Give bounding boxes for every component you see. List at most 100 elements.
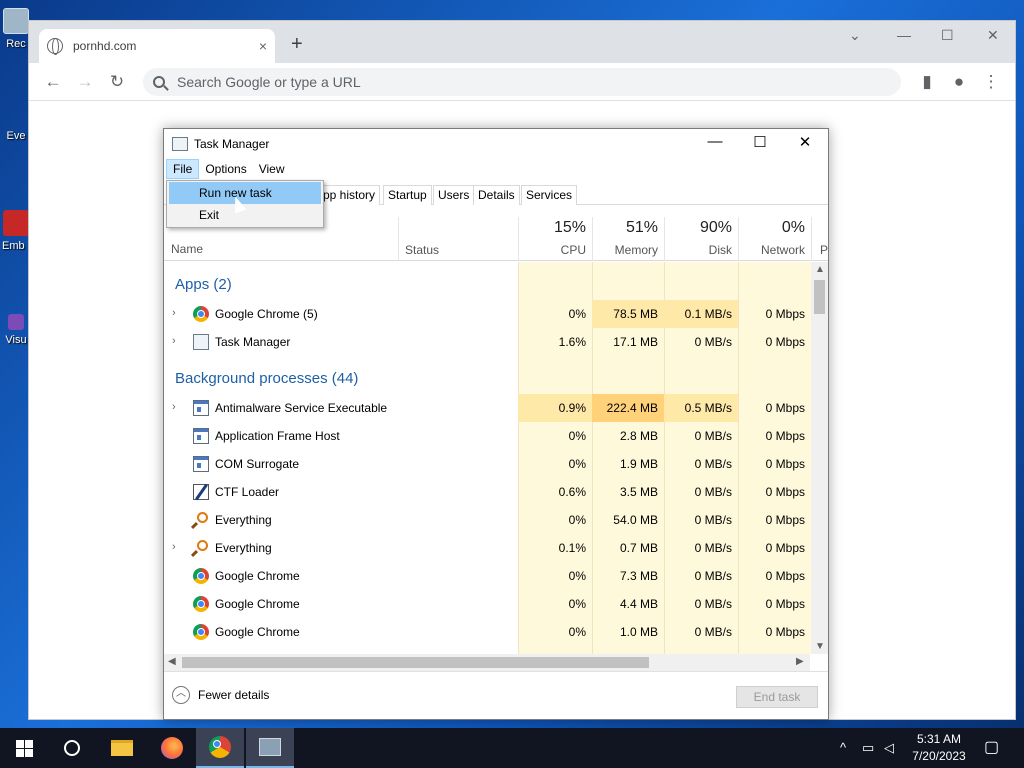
tab-services[interactable]: Services: [521, 185, 578, 205]
firefox-icon: [161, 737, 183, 759]
table-row[interactable]: › Antimalware Service Executable 0.9% 222.4…: [164, 394, 810, 422]
end-task-button[interactable]: End task: [736, 686, 818, 708]
cell-cpu: 0%: [568, 625, 586, 639]
cell-network: 0 Mbps: [765, 485, 805, 499]
table-row[interactable]: COM Surrogate 0% 1.9 MB 0 MB/s 0 Mbps: [164, 450, 810, 478]
table-row[interactable]: › Task Manager 1.6% 17.1 MB 0 MB/s 0 Mbps: [164, 328, 810, 356]
back-icon[interactable]: ←: [37, 72, 69, 92]
cell-cpu: 0%: [568, 429, 586, 443]
header-cpu[interactable]: 15% CPU: [518, 217, 592, 261]
task-manager-taskbar-button[interactable]: [246, 728, 294, 768]
file-menu-dropdown: Run new task Exit: [166, 180, 324, 228]
side-panel-icon[interactable]: ▮: [911, 72, 943, 92]
chevron-right-icon[interactable]: ›: [172, 335, 176, 347]
windows-icon: [15, 739, 33, 757]
header-memory[interactable]: 51% Memory: [592, 217, 664, 261]
table-row[interactable]: CTF Loader 0.6% 3.5 MB 0 MB/s 0 Mbps: [164, 478, 810, 506]
notifications-icon[interactable]: ▢: [984, 737, 999, 757]
new-tab-button[interactable]: +: [291, 33, 303, 56]
tab-search-icon[interactable]: ⌄: [849, 27, 861, 44]
maximize-icon[interactable]: ☐: [941, 27, 954, 44]
tab-app-history[interactable]: pp history: [318, 185, 381, 205]
table-row[interactable]: Google Chrome 0% 4.4 MB 0 MB/s 0 Mbps: [164, 590, 810, 618]
chrome-taskbar-button[interactable]: [196, 728, 244, 768]
profile-icon[interactable]: ●: [943, 72, 975, 92]
scroll-left-icon[interactable]: ◀: [168, 656, 176, 667]
header-disk[interactable]: 90% Disk: [664, 217, 738, 261]
cell-cpu: 0%: [568, 569, 586, 583]
maximize-icon[interactable]: ☐: [737, 133, 783, 151]
table-row[interactable]: Google Chrome 0% 1.0 MB 0 MB/s 0 Mbps: [164, 618, 810, 646]
desktop-icon-label: Rec: [6, 38, 26, 50]
header-status-label: Status: [405, 243, 440, 257]
clock[interactable]: 5:31 AM 7/20/2023: [904, 731, 974, 765]
cell-network: 0 Mbps: [765, 307, 805, 321]
process-name: COM Surrogate: [215, 457, 300, 471]
tab-details[interactable]: Details: [473, 185, 520, 205]
chevron-right-icon[interactable]: ›: [172, 541, 176, 553]
table-row[interactable]: Everything 0% 54.0 MB 0 MB/s 0 Mbps: [164, 506, 810, 534]
group-background-processes[interactable]: Background processes (44): [175, 370, 358, 387]
chrome-tabstrip: pornhd.com × + ⌄ — ☐ ✕: [29, 21, 1015, 63]
service-app-icon: [193, 400, 209, 416]
scroll-right-icon[interactable]: ▶: [796, 656, 804, 667]
fewer-details-button[interactable]: ︿ Fewer details: [172, 686, 269, 704]
start-button[interactable]: [0, 728, 48, 768]
vertical-scrollbar[interactable]: ▲ ▼: [811, 262, 828, 654]
header-power[interactable]: P: [811, 217, 828, 261]
tab-close-button[interactable]: ×: [259, 38, 267, 54]
cpu-total: 15%: [553, 219, 586, 236]
task-manager-icon: [193, 334, 209, 350]
cell-disk: 0 MB/s: [694, 335, 732, 349]
tab-startup[interactable]: Startup: [383, 185, 432, 205]
network-icon[interactable]: ▭: [862, 740, 874, 756]
header-network[interactable]: 0% Network: [738, 217, 811, 261]
scroll-down-icon[interactable]: ▼: [815, 641, 825, 652]
omnibox[interactable]: [143, 67, 901, 96]
chevron-up-icon: ︿: [172, 686, 190, 704]
menu-options[interactable]: Options: [199, 160, 252, 178]
header-status[interactable]: Status: [398, 217, 518, 261]
volume-muted-icon[interactable]: ◁: [884, 740, 894, 756]
more-menu-icon[interactable]: ⋮: [975, 72, 1007, 92]
chevron-right-icon[interactable]: ›: [172, 307, 176, 319]
table-row[interactable]: Google Chrome 0% 7.3 MB 0 MB/s 0 Mbps: [164, 562, 810, 590]
menu-file[interactable]: File: [166, 159, 200, 179]
firefox-button[interactable]: [148, 728, 196, 768]
desktop-icon-embarcadero[interactable]: Emb De: [2, 210, 30, 252]
desktop-icon-everything[interactable]: Eve: [2, 130, 30, 142]
footer: ︿ Fewer details End task: [164, 671, 828, 719]
desktop-icon-recycle-bin[interactable]: Rec: [2, 8, 30, 50]
close-icon[interactable]: ✕: [987, 27, 999, 44]
scroll-thumb[interactable]: [814, 280, 825, 314]
horizontal-scrollbar[interactable]: ◀ ▶: [164, 654, 810, 671]
scroll-up-icon[interactable]: ▲: [815, 264, 825, 275]
minimize-icon[interactable]: —: [692, 133, 738, 150]
table-row[interactable]: › Everything 0.1% 0.7 MB 0 MB/s 0 Mbps: [164, 534, 810, 562]
menu-view[interactable]: View: [253, 160, 291, 178]
minimize-icon[interactable]: —: [897, 27, 911, 43]
cell-disk: 0 MB/s: [694, 569, 732, 583]
close-icon[interactable]: ✕: [782, 133, 828, 151]
ctf-loader-icon: [193, 484, 209, 500]
desktop-icon-visual-studio[interactable]: Visu: [2, 314, 30, 346]
omnibox-input[interactable]: [177, 73, 891, 90]
menu-item-run-new-task[interactable]: Run new task: [169, 182, 321, 204]
forward-icon[interactable]: →: [69, 72, 101, 92]
process-name: Task Manager: [215, 335, 291, 349]
cell-memory: 0.7 MB: [619, 541, 658, 555]
tab-users[interactable]: Users: [433, 185, 475, 205]
reload-icon[interactable]: ↻: [101, 72, 133, 92]
file-explorer-button[interactable]: [98, 728, 146, 768]
header-name[interactable]: Name: [171, 242, 203, 256]
scroll-thumb[interactable]: [182, 657, 649, 668]
group-apps[interactable]: Apps (2): [175, 276, 232, 293]
chrome-tab[interactable]: pornhd.com ×: [39, 29, 275, 63]
table-row[interactable]: › Google Chrome (5) 0% 78.5 MB 0.1 MB/s 0 Mbp…: [164, 300, 810, 328]
fewer-details-label: Fewer details: [198, 688, 270, 702]
table-row[interactable]: Application Frame Host 0% 2.8 MB 0 MB/s 0 Mb…: [164, 422, 810, 450]
search-button[interactable]: [48, 728, 96, 768]
embarcadero-icon: [3, 210, 29, 236]
chevron-right-icon[interactable]: ›: [172, 401, 176, 413]
chevron-up-icon[interactable]: ^: [840, 740, 846, 755]
